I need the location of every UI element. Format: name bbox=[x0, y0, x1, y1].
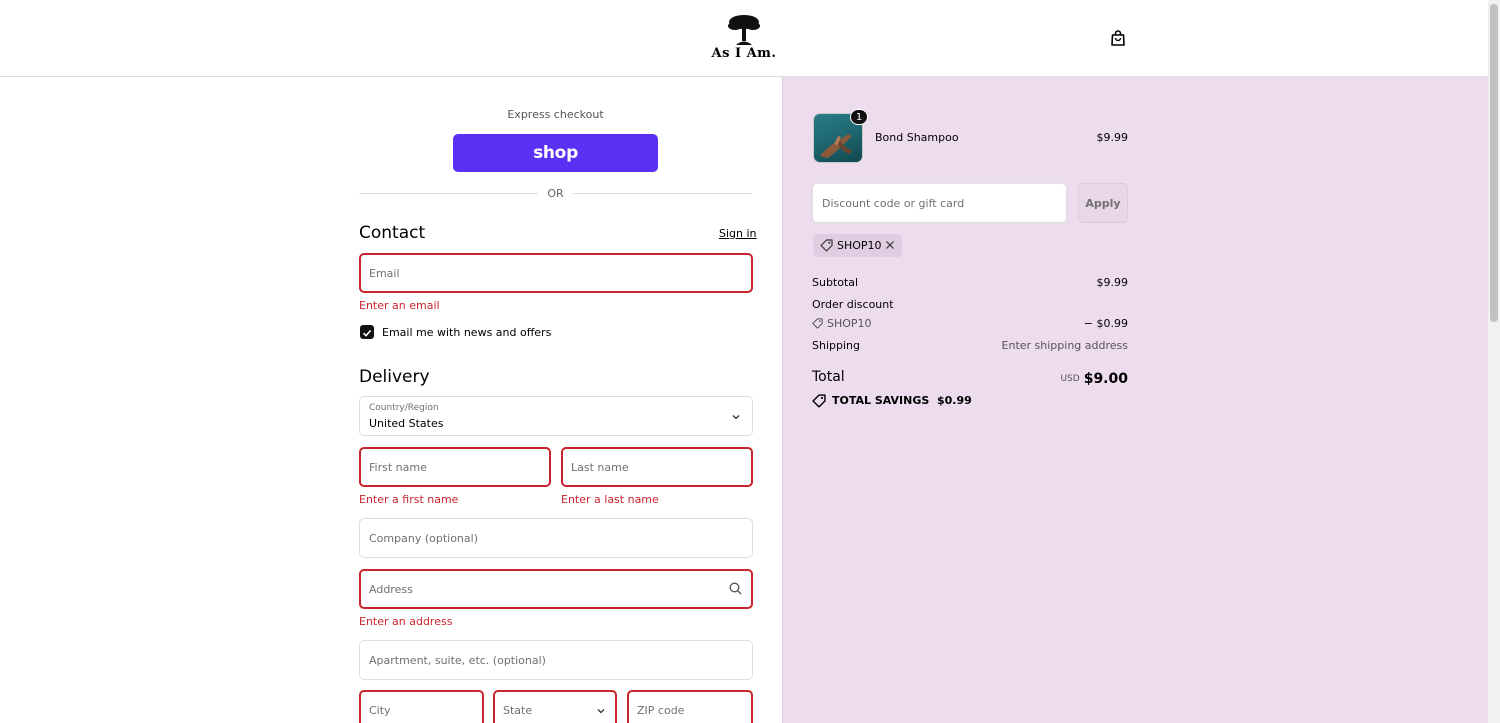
state-placeholder: State bbox=[503, 704, 533, 717]
total-currency: USD bbox=[1060, 374, 1080, 384]
city-input[interactable] bbox=[361, 692, 482, 723]
logo-wordmark: As I Am. bbox=[711, 46, 777, 61]
total-amount: USD $9.00 bbox=[980, 368, 1128, 387]
brand-logo[interactable]: As I Am. bbox=[711, 14, 777, 64]
newsletter-checkbox[interactable] bbox=[360, 325, 374, 339]
state-select[interactable]: State bbox=[493, 690, 617, 723]
checkmark-icon bbox=[362, 329, 372, 337]
shipping-value: Enter shipping address bbox=[1001, 339, 1128, 352]
delivery-heading: Delivery bbox=[359, 367, 430, 387]
subtotal-label: Subtotal bbox=[812, 276, 859, 289]
last-name-error: Enter a last name bbox=[561, 493, 659, 506]
apartment-field[interactable] bbox=[359, 640, 753, 680]
country-label: Country/Region bbox=[369, 403, 439, 413]
last-name-input[interactable] bbox=[563, 449, 751, 485]
apartment-input[interactable] bbox=[360, 641, 752, 679]
chevron-down-icon bbox=[732, 415, 740, 420]
zip-input[interactable] bbox=[629, 692, 751, 723]
or-divider: OR bbox=[359, 186, 752, 202]
address-input[interactable] bbox=[361, 571, 751, 607]
country-select[interactable]: Country/Region United States bbox=[359, 396, 753, 436]
email-input[interactable] bbox=[361, 255, 751, 291]
tag-icon bbox=[820, 239, 833, 252]
shopping-bag-icon[interactable] bbox=[1109, 29, 1127, 47]
email-field[interactable] bbox=[359, 253, 753, 293]
company-input[interactable] bbox=[360, 519, 752, 557]
shipping-label: Shipping bbox=[812, 339, 860, 352]
city-field[interactable] bbox=[359, 690, 484, 723]
company-field[interactable] bbox=[359, 518, 753, 558]
discount-code-input[interactable] bbox=[813, 184, 1066, 222]
email-error: Enter an email bbox=[359, 299, 440, 312]
page-scrollbar[interactable] bbox=[1488, 0, 1500, 723]
scrollbar-thumb[interactable] bbox=[1490, 4, 1498, 322]
total-savings: TOTAL SAVINGS $0.99 bbox=[832, 394, 972, 407]
express-checkout-label: Express checkout bbox=[507, 108, 604, 121]
quantity-badge: 1 bbox=[850, 109, 868, 125]
address-error: Enter an address bbox=[359, 615, 453, 628]
address-field[interactable] bbox=[359, 569, 753, 609]
or-label: OR bbox=[547, 187, 564, 200]
first-name-field[interactable] bbox=[359, 447, 551, 487]
page-header: As I Am. bbox=[0, 0, 1488, 77]
applied-discount-chip: SHOP10 bbox=[813, 234, 902, 257]
tree-logo-icon bbox=[728, 15, 760, 45]
order-discount-code: SHOP10 bbox=[827, 317, 872, 330]
subtotal-value: $9.99 bbox=[1096, 276, 1129, 289]
search-icon[interactable] bbox=[729, 582, 742, 595]
discount-code-field[interactable] bbox=[812, 183, 1067, 223]
apply-discount-button[interactable]: Apply bbox=[1078, 183, 1128, 223]
newsletter-label: Email me with news and offers bbox=[382, 326, 552, 339]
order-discount-label: Order discount bbox=[812, 298, 894, 311]
zip-field[interactable] bbox=[627, 690, 753, 723]
country-value: United States bbox=[369, 417, 444, 430]
tag-icon bbox=[812, 318, 823, 329]
chevron-down-icon bbox=[597, 709, 605, 714]
shop-pay-button[interactable]: shop bbox=[453, 134, 658, 172]
remove-discount-icon[interactable] bbox=[885, 240, 895, 250]
product-price: $9.99 bbox=[1096, 131, 1129, 144]
tag-icon bbox=[812, 394, 826, 408]
savings-value: $0.99 bbox=[936, 394, 972, 407]
first-name-input[interactable] bbox=[361, 449, 549, 485]
total-value: $9.00 bbox=[1083, 371, 1128, 387]
sign-in-link[interactable]: Sign in bbox=[719, 227, 757, 240]
first-name-error: Enter a first name bbox=[359, 493, 459, 506]
total-label: Total bbox=[812, 369, 845, 385]
applied-discount-code: SHOP10 bbox=[837, 239, 882, 252]
product-name: Bond Shampoo bbox=[875, 131, 959, 144]
savings-label: TOTAL SAVINGS bbox=[832, 394, 930, 407]
last-name-field[interactable] bbox=[561, 447, 753, 487]
order-discount-value: − $0.99 bbox=[1083, 317, 1128, 330]
contact-heading: Contact bbox=[359, 223, 426, 243]
